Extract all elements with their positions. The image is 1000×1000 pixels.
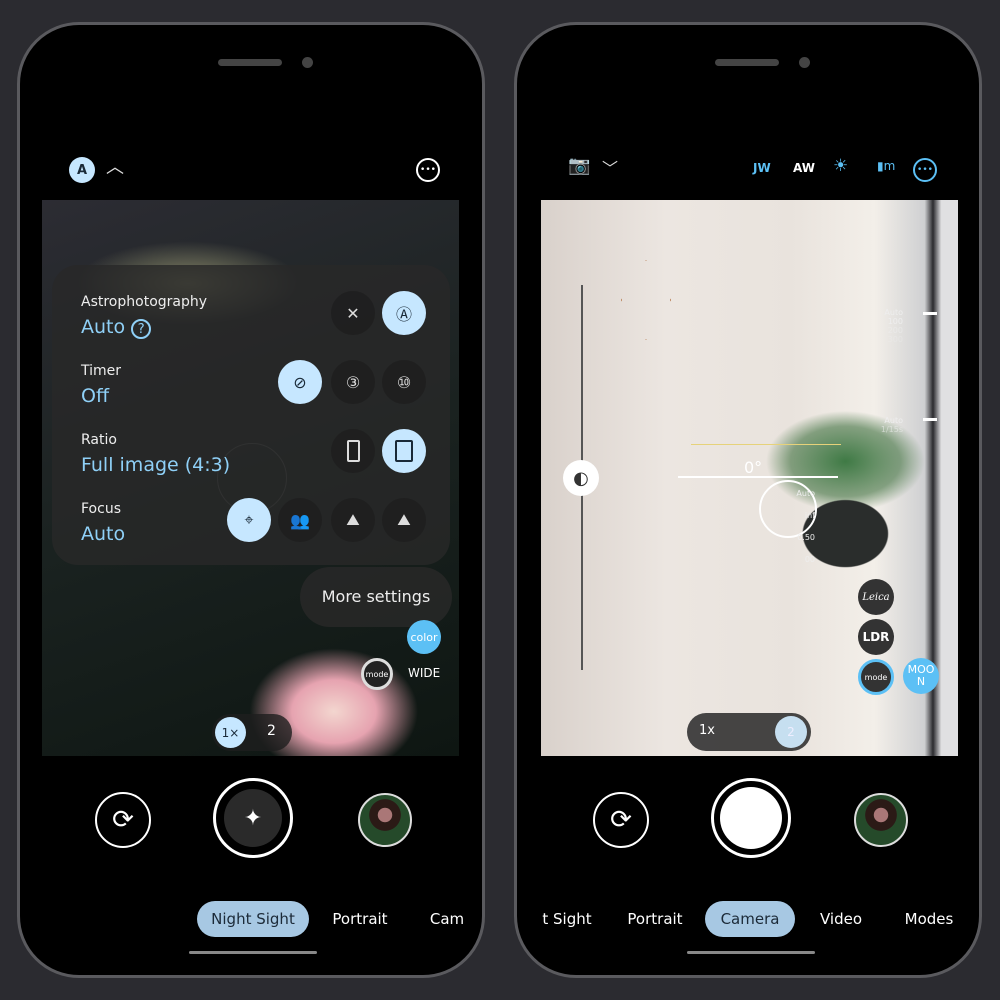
- speaker: [715, 59, 779, 66]
- zoom-selector[interactable]: 1× 2: [212, 714, 292, 751]
- shutter-button[interactable]: [711, 778, 791, 858]
- ratio-label: Ratio: [81, 432, 117, 448]
- viewfinder[interactable]: Astrophotography Auto ? ✕ Ⓐ Timer Off ⊘ …: [42, 200, 459, 756]
- shutter-handle[interactable]: [923, 418, 937, 421]
- mode-badge[interactable]: mode: [361, 658, 393, 690]
- viewfinder[interactable]: ◐ 0° Auto 100 200 300 Auto 1/15s Auto inf 0.50…: [541, 200, 958, 756]
- timer-label: Timer: [81, 363, 122, 379]
- zoom-1x[interactable]: 1x: [699, 723, 715, 738]
- focus-landscape-icon[interactable]: ⛰: [331, 498, 375, 542]
- mode-badge[interactable]: mode: [858, 659, 894, 695]
- leica-badge[interactable]: Leica: [858, 579, 894, 615]
- more-settings-button[interactable]: More settings: [300, 567, 452, 627]
- home-indicator[interactable]: [687, 951, 815, 954]
- zoom-2x[interactable]: 2: [775, 716, 807, 748]
- lens-m-icon[interactable]: ▮m: [877, 159, 895, 173]
- level-line-yellow: [691, 444, 841, 445]
- astro-off-icon[interactable]: ✕: [331, 291, 375, 335]
- help-icon[interactable]: ?: [131, 319, 152, 339]
- quick-settings-panel: Astrophotography Auto ? ✕ Ⓐ Timer Off ⊘ …: [52, 265, 450, 565]
- sunrise-icon[interactable]: ☀: [833, 156, 848, 176]
- ratio-4-3-icon[interactable]: [382, 429, 426, 473]
- front-camera: [302, 57, 313, 68]
- focus-auto-icon[interactable]: ⌖: [227, 498, 271, 542]
- iso-scale[interactable]: Auto 100 200 300: [861, 308, 903, 344]
- zoom-1x[interactable]: 1×: [215, 717, 246, 748]
- moon-badge[interactable]: MOO N: [903, 658, 939, 694]
- ratio-value: Full image (4:3): [81, 454, 231, 476]
- focus-value: Auto: [81, 523, 126, 545]
- shutter-scale[interactable]: Auto 1/15s: [861, 416, 903, 434]
- astro-auto-icon[interactable]: Ⓐ: [382, 291, 426, 335]
- mode-portrait[interactable]: Portrait: [620, 901, 690, 937]
- mode-portrait[interactable]: Portrait: [325, 901, 395, 937]
- color-badge[interactable]: color: [407, 620, 441, 654]
- level-readout: 0°: [744, 458, 763, 477]
- astro-auto-icon[interactable]: A: [69, 157, 95, 183]
- timer-10-icon[interactable]: ⑩: [382, 360, 426, 404]
- chevron-down-icon[interactable]: ﹀: [602, 155, 618, 179]
- astro-label: Astrophotography: [81, 294, 208, 310]
- more-options-icon[interactable]: •••: [913, 158, 937, 182]
- mode-night-sight[interactable]: t Sight: [537, 901, 597, 937]
- home-indicator[interactable]: [189, 951, 317, 954]
- focus-scale[interactable]: Auto inf 0.50 00: [781, 483, 815, 571]
- iso-handle[interactable]: [923, 312, 937, 315]
- focus-portrait-icon[interactable]: 👥: [278, 498, 322, 542]
- ldr-badge[interactable]: LDR: [858, 619, 894, 655]
- focus-far-icon[interactable]: ⛰: [382, 498, 426, 542]
- mode-modes[interactable]: Modes: [899, 901, 959, 937]
- front-camera: [799, 57, 810, 68]
- exposure-icon[interactable]: ◐: [563, 460, 599, 496]
- mode-camera[interactable]: Camera: [705, 901, 795, 937]
- mode-night-sight[interactable]: Night Sight: [197, 901, 309, 937]
- astro-value: Auto ?: [81, 316, 152, 339]
- mode-video[interactable]: Video: [813, 901, 869, 937]
- shutter-button[interactable]: ✦: [213, 778, 293, 858]
- camera-settings-icon[interactable]: 📷: [568, 155, 590, 176]
- aw-icon[interactable]: AW: [793, 161, 815, 175]
- timer-off-icon[interactable]: ⊘: [278, 360, 322, 404]
- gallery-thumbnail[interactable]: [358, 793, 412, 847]
- zoom-selector[interactable]: 1x 2: [687, 713, 811, 751]
- flip-camera-button[interactable]: ⟳: [593, 792, 649, 848]
- gallery-thumbnail[interactable]: [854, 793, 908, 847]
- more-options-icon[interactable]: •••: [416, 158, 440, 182]
- focus-label: Focus: [81, 501, 121, 517]
- chevron-up-icon[interactable]: ︿: [106, 153, 124, 179]
- pendant-lamp: [621, 260, 671, 340]
- phone-right: 📷 ﹀ JW AW ☀ ▮m ••• ◐ 0° Auto 100 200 300 Au…: [514, 22, 982, 978]
- zoom-2x[interactable]: 2: [267, 723, 276, 739]
- flip-camera-button[interactable]: ⟳: [95, 792, 151, 848]
- wide-label[interactable]: WIDE: [408, 666, 440, 680]
- jw-icon[interactable]: JW: [753, 161, 771, 175]
- timer-value: Off: [81, 385, 110, 407]
- sparkle-icon: ✦: [224, 789, 282, 847]
- ratio-tall-icon[interactable]: [331, 429, 375, 473]
- speaker: [218, 59, 282, 66]
- mode-camera[interactable]: Cam: [422, 901, 472, 937]
- timer-3-icon[interactable]: ③: [331, 360, 375, 404]
- phone-left: A ︿ ••• Astrophotography Auto ? ✕ Ⓐ Time…: [17, 22, 485, 978]
